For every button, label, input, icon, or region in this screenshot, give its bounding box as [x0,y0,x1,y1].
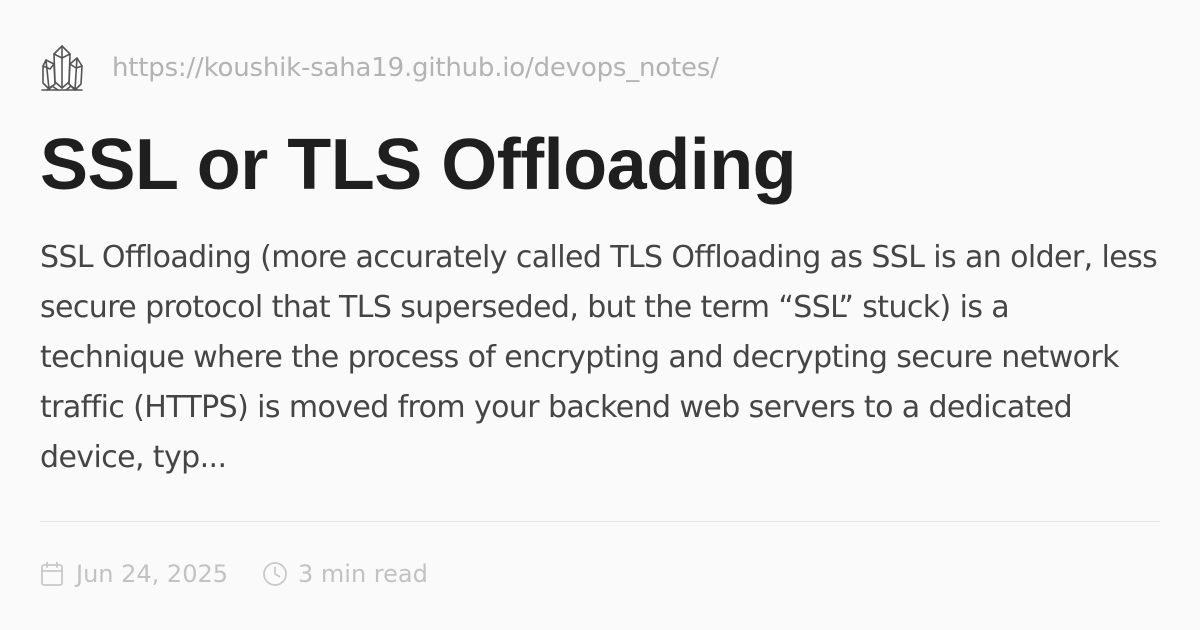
site-url[interactable]: https://koushik-saha19.github.io/devops_… [112,53,719,83]
post-date: Jun 24, 2025 [40,560,228,588]
post-meta: Jun 24, 2025 3 min read [40,556,428,592]
site-header: https://koushik-saha19.github.io/devops_… [40,40,719,96]
post-read-time-text: 3 min read [298,560,428,588]
crystal-cluster-icon [40,40,96,96]
clock-icon [262,561,288,587]
page-title: SSL or TLS Offloading [40,125,797,205]
calendar-icon [40,561,66,587]
post-description: SSL Offloading (more accurately called T… [40,240,1158,475]
post-read-time: 3 min read [262,560,428,588]
og-card: https://koushik-saha19.github.io/devops_… [0,0,1200,630]
divider [40,521,1160,522]
post-date-text: Jun 24, 2025 [76,560,229,588]
